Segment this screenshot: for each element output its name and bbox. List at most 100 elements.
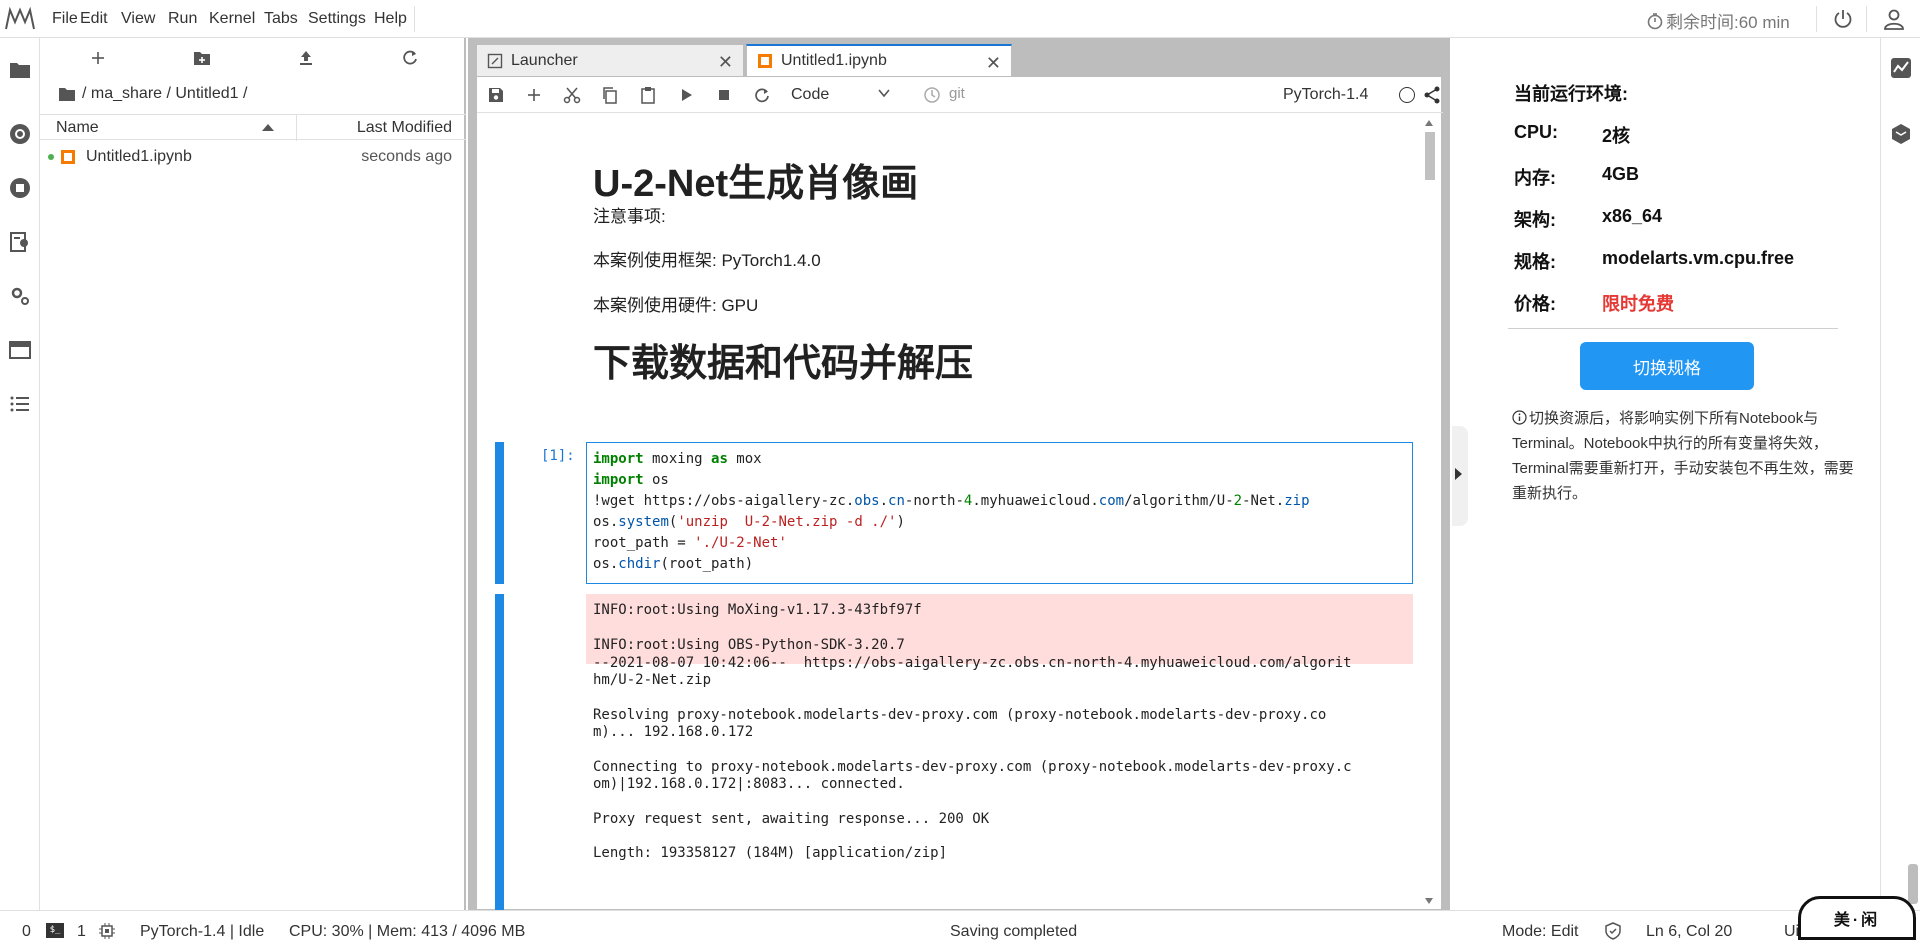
app-logo-icon bbox=[5, 6, 35, 30]
git-label[interactable]: git bbox=[949, 85, 965, 102]
output-line: Connecting to proxy-notebook.modelarts-d… bbox=[593, 759, 1352, 775]
clock-icon[interactable] bbox=[923, 86, 941, 104]
markdown-text: 本案例使用硬件: GPU bbox=[593, 296, 759, 315]
main-dock-area: Launcher ✕ Untitled1.ipynb ✕ Code git Py… bbox=[468, 38, 1450, 910]
table-of-contents-icon[interactable] bbox=[8, 392, 32, 416]
notebook-content: U-2-Net生成肖像画 注意事项: 本案例使用框架: PyTorch1.4.0… bbox=[477, 114, 1443, 910]
upload-icon[interactable] bbox=[296, 48, 316, 68]
menu-view[interactable]: View bbox=[121, 10, 155, 28]
kernel-name[interactable]: PyTorch-1.4 bbox=[1283, 86, 1368, 104]
output-line: m)... 192.168.0.172 bbox=[593, 724, 754, 740]
running-sessions-icon[interactable] bbox=[8, 176, 32, 200]
chevron-down-icon[interactable] bbox=[877, 86, 891, 100]
property-inspector-icon[interactable] bbox=[8, 230, 32, 254]
cut-icon[interactable] bbox=[563, 86, 581, 104]
floating-widget[interactable]: 美·闲 bbox=[1798, 896, 1916, 940]
run-icon[interactable] bbox=[677, 86, 695, 104]
switch-notice-text: 切换资源后，将影响实例下所有Notebook与Terminal。Notebook… bbox=[1512, 410, 1854, 502]
menu-kernel[interactable]: Kernel bbox=[209, 10, 255, 28]
menu-file[interactable]: File bbox=[52, 10, 78, 28]
arch-label: 架构: bbox=[1514, 210, 1556, 230]
power-icon[interactable] bbox=[1832, 8, 1854, 30]
shield-icon[interactable] bbox=[1604, 922, 1622, 940]
output-line: Proxy request sent, awaiting response...… bbox=[593, 811, 990, 827]
info-icon bbox=[1512, 410, 1527, 425]
tab-launcher[interactable]: Launcher ✕ bbox=[476, 44, 744, 76]
remaining-time: 剩余时间:60 min bbox=[1646, 8, 1790, 33]
breadcrumb-path[interactable]: / ma_share / Untitled1 / bbox=[82, 85, 247, 103]
copy-icon[interactable] bbox=[601, 86, 619, 104]
close-icon[interactable]: ✕ bbox=[986, 53, 1001, 74]
cell-divider bbox=[495, 584, 504, 594]
execution-count: [1]: bbox=[541, 448, 575, 464]
user-icon[interactable] bbox=[1882, 7, 1906, 31]
price-label: 价格: bbox=[1514, 294, 1556, 314]
close-icon[interactable]: ✕ bbox=[718, 52, 733, 73]
restart-kernel-icon[interactable] bbox=[753, 86, 771, 104]
divider bbox=[1508, 328, 1838, 329]
stopwatch-icon bbox=[1647, 12, 1663, 29]
notebook-icon bbox=[61, 150, 75, 164]
column-name[interactable]: Name bbox=[56, 119, 99, 137]
sort-ascending-icon bbox=[262, 124, 274, 131]
price-value: 限时免费 bbox=[1602, 294, 1674, 314]
menu-edit[interactable]: Edit bbox=[80, 10, 108, 28]
file-row[interactable]: Untitled1.ipynb seconds ago bbox=[40, 144, 466, 170]
menu-tabs[interactable]: Tabs bbox=[264, 10, 298, 28]
output-line: INFO:root:Using MoXing-v1.17.3-43fbf97f bbox=[593, 602, 922, 618]
git-icon[interactable] bbox=[8, 122, 32, 146]
tab-bar: Launcher ✕ Untitled1.ipynb ✕ bbox=[468, 38, 1450, 76]
output-line: Length: 193358127 (184M) [application/zi… bbox=[593, 845, 948, 861]
output-line: hm/U-2-Net.zip bbox=[593, 672, 712, 688]
menu-settings[interactable]: Settings bbox=[308, 10, 366, 28]
stop-icon[interactable] bbox=[715, 86, 733, 104]
folder-icon[interactable] bbox=[8, 58, 32, 82]
file-browser: / ma_share / Untitled1 / Name Last Modif… bbox=[40, 38, 466, 910]
file-modified: seconds ago bbox=[361, 148, 452, 165]
kernel-count[interactable]: 0 bbox=[22, 923, 31, 941]
extensions-icon[interactable] bbox=[1889, 122, 1913, 146]
new-launcher-icon[interactable] bbox=[88, 48, 108, 68]
settings-gear-icon[interactable] bbox=[8, 284, 32, 308]
launcher-icon bbox=[487, 53, 503, 68]
scrollbar[interactable] bbox=[1421, 116, 1437, 908]
tabs-icon[interactable] bbox=[8, 338, 32, 362]
file-list-header: Name Last Modified bbox=[40, 114, 466, 141]
refresh-icon[interactable] bbox=[400, 48, 420, 68]
code-text: import moxing as mox import os !wget htt… bbox=[593, 451, 1310, 572]
resource-monitor-icon[interactable] bbox=[1889, 56, 1913, 80]
new-folder-icon[interactable] bbox=[192, 48, 212, 68]
paste-icon[interactable] bbox=[639, 86, 657, 104]
switch-notice: 切换资源后，将影响实例下所有Notebook与Terminal。Notebook… bbox=[1512, 406, 1856, 506]
column-last-modified[interactable]: Last Modified bbox=[357, 119, 452, 137]
share-icon[interactable] bbox=[1423, 85, 1441, 105]
menu-divider bbox=[414, 6, 415, 32]
encoding[interactable]: Ui bbox=[1784, 923, 1799, 941]
output-line: INFO:root:Using OBS-Python-SDK-3.20.7 bbox=[593, 637, 905, 653]
menu-run[interactable]: Run bbox=[168, 10, 197, 28]
menu-help[interactable]: Help bbox=[374, 10, 407, 28]
code-cell-editor[interactable]: import moxing as mox import os !wget htt… bbox=[586, 442, 1413, 584]
markdown-heading: 下载数据和代码并解压 bbox=[593, 343, 974, 385]
output-line: Resolving proxy-notebook.modelarts-dev-p… bbox=[593, 707, 1327, 723]
save-icon[interactable] bbox=[487, 86, 505, 104]
add-cell-icon[interactable] bbox=[525, 86, 543, 104]
breadcrumb: / ma_share / Untitled1 / bbox=[58, 85, 247, 103]
tab-notebook-label: Untitled1.ipynb bbox=[781, 52, 887, 69]
memory-value: 4GB bbox=[1602, 164, 1640, 184]
kernel-status[interactable]: PyTorch-1.4 | Idle bbox=[140, 923, 264, 941]
scrollbar-thumb[interactable] bbox=[1908, 864, 1918, 904]
scrollbar-thumb[interactable] bbox=[1425, 132, 1435, 180]
left-activity-bar bbox=[0, 38, 40, 910]
terminal-count[interactable]: 1 bbox=[77, 923, 86, 941]
file-name: Untitled1.ipynb bbox=[86, 148, 192, 165]
cursor-position[interactable]: Ln 6, Col 20 bbox=[1646, 923, 1732, 941]
folder-icon[interactable] bbox=[58, 86, 76, 102]
cpu-label: CPU: bbox=[1514, 122, 1558, 142]
switch-spec-button[interactable]: 切换规格 bbox=[1580, 342, 1754, 390]
spec-value: modelarts.vm.cpu.free bbox=[1602, 248, 1795, 268]
tab-notebook[interactable]: Untitled1.ipynb ✕ bbox=[746, 44, 1012, 76]
right-sidebar bbox=[1880, 38, 1920, 910]
output-line: om)|192.168.0.172|:8083... connected. bbox=[593, 776, 905, 792]
spec-label: 规格: bbox=[1514, 252, 1556, 272]
